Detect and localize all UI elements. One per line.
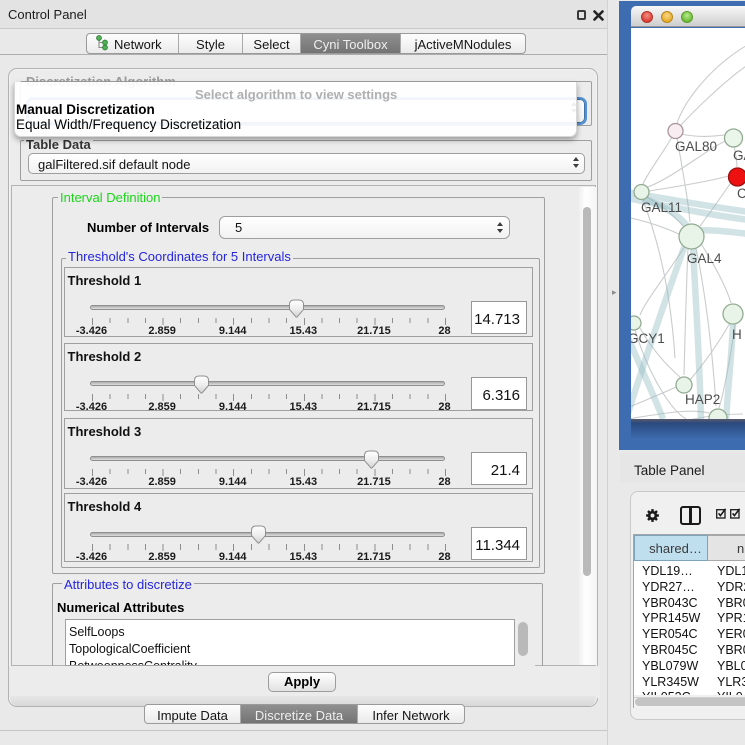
svg-text:H: H xyxy=(732,327,742,342)
svg-text:GCY1: GCY1 xyxy=(631,331,665,346)
svg-text:GA: GA xyxy=(733,148,745,163)
svg-text:GAL4: GAL4 xyxy=(687,251,722,266)
svg-text:GAL11: GAL11 xyxy=(641,200,682,215)
svg-text:HAP2: HAP2 xyxy=(685,392,720,407)
svg-text:C: C xyxy=(737,186,745,201)
svg-text:GAL80: GAL80 xyxy=(675,139,717,154)
